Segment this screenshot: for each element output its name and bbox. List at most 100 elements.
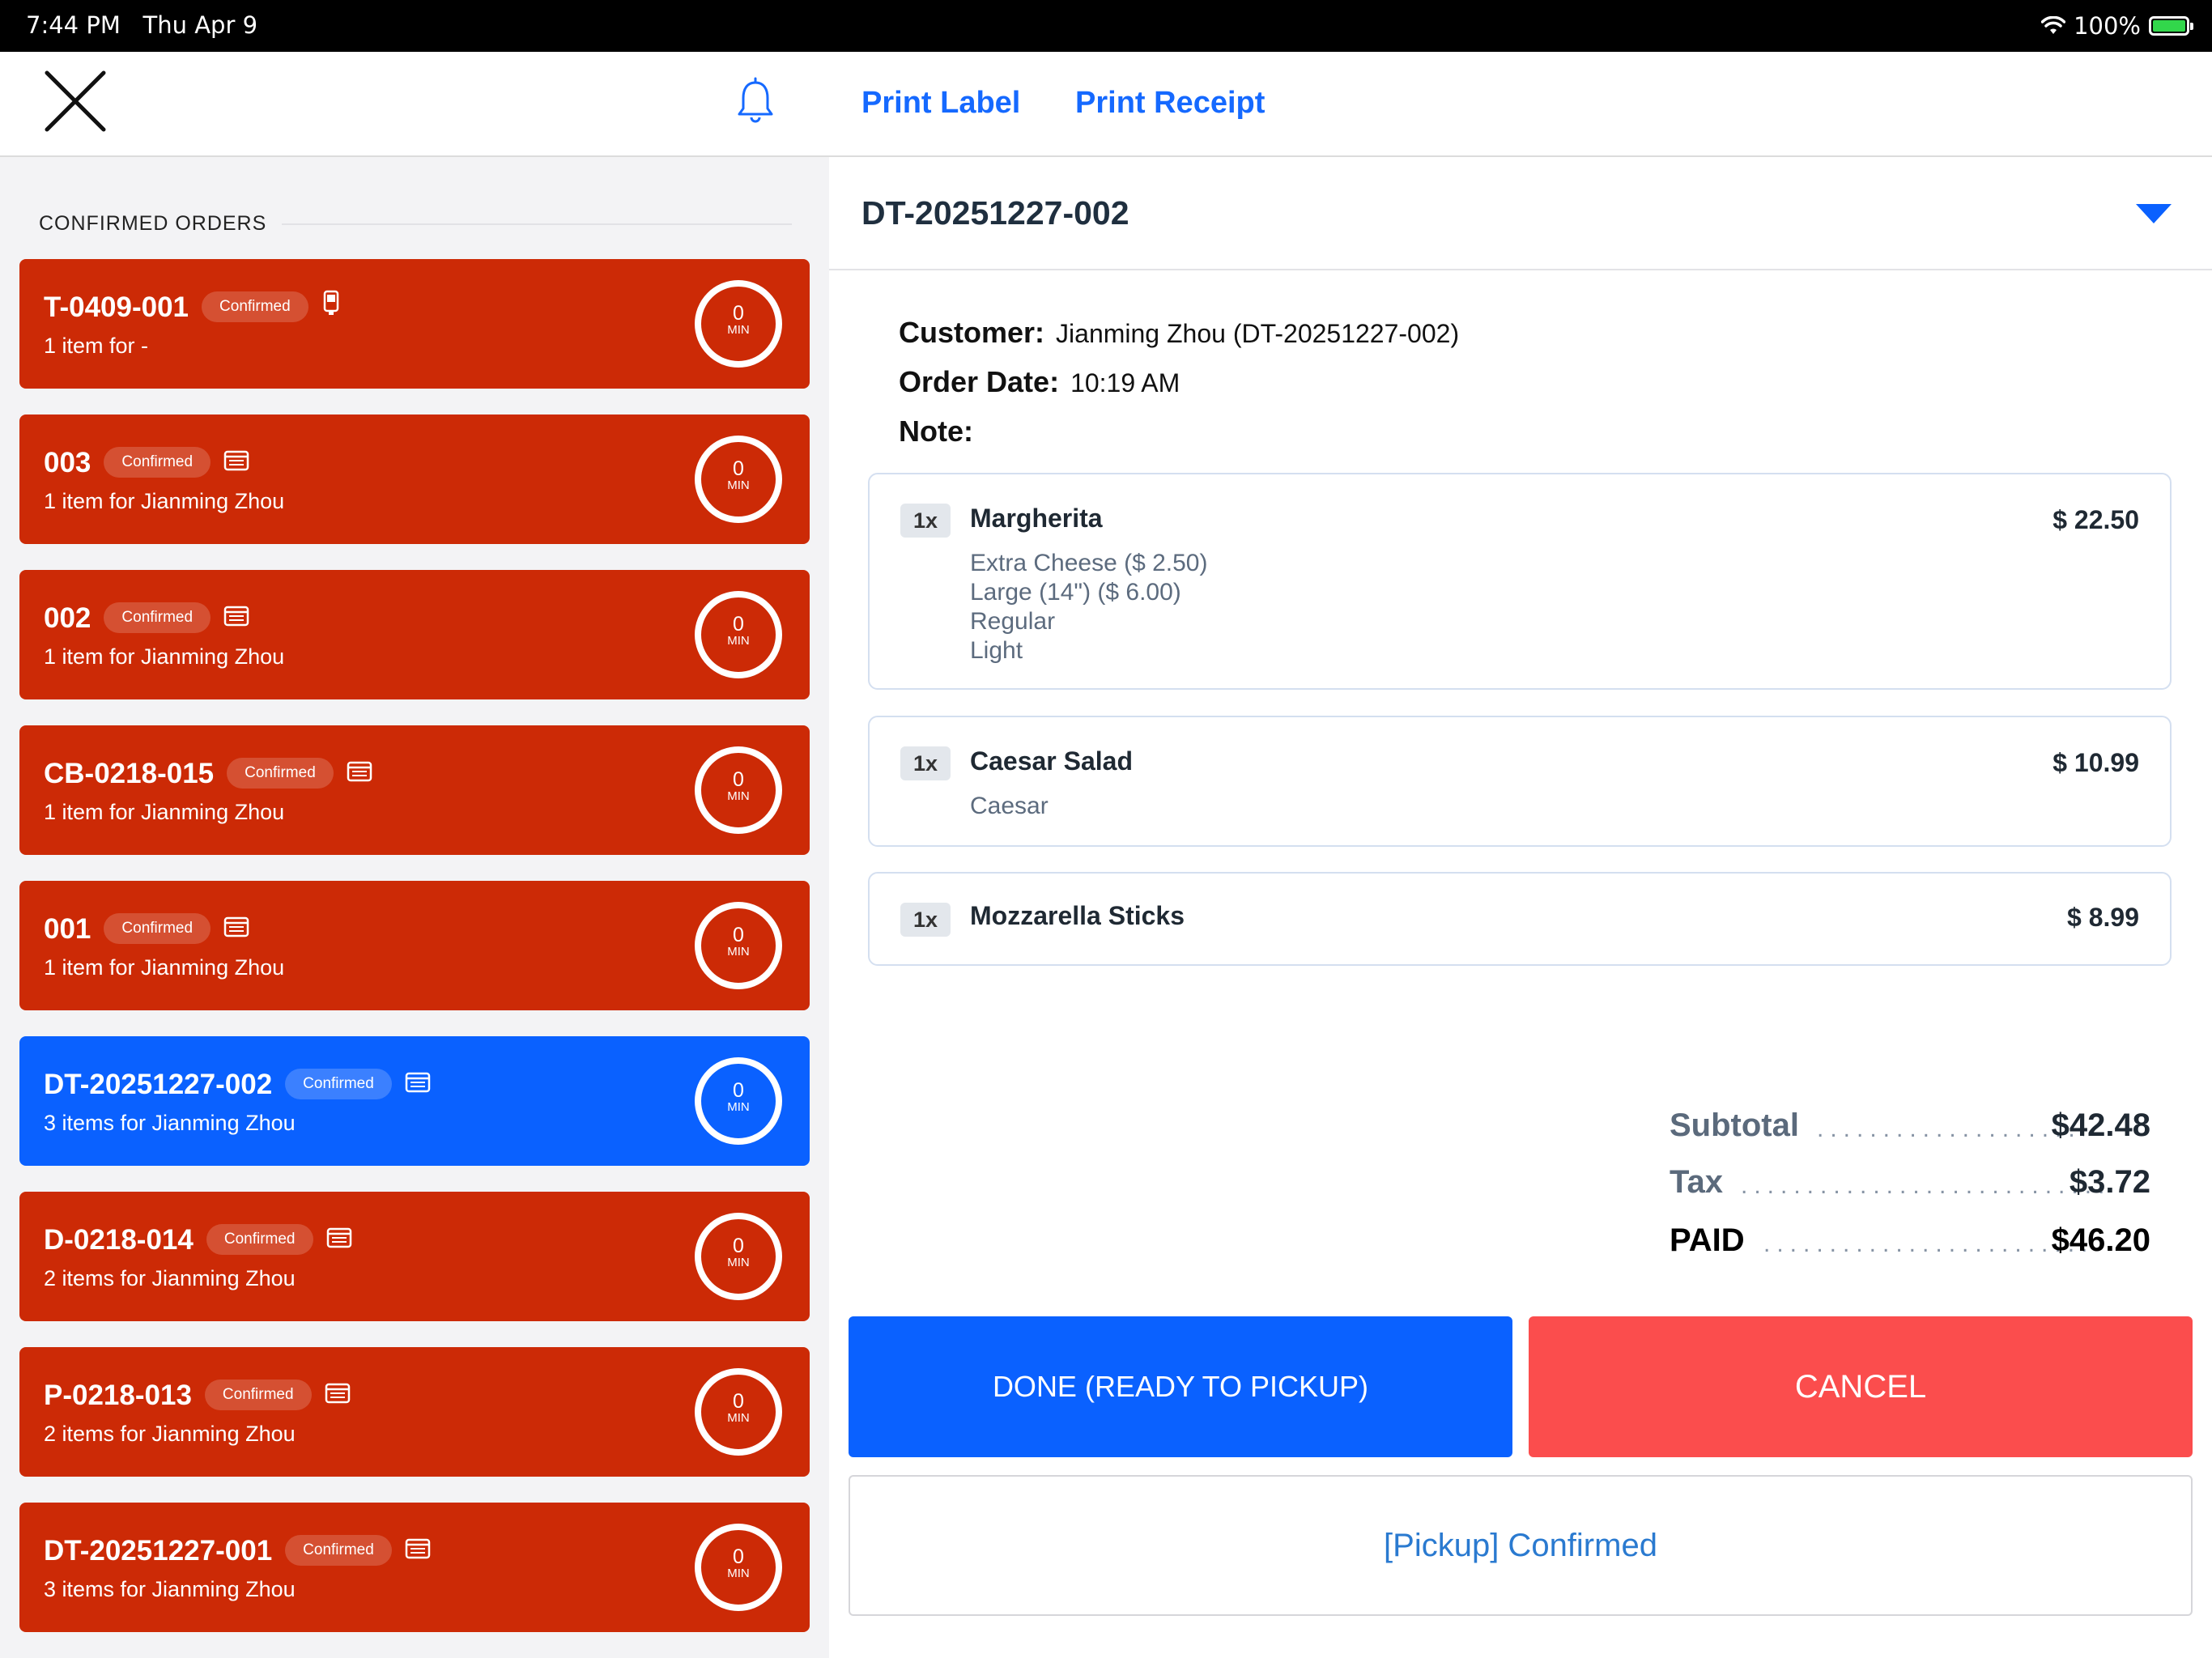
status-time: 7:44 PM Thu Apr 9 <box>26 11 257 39</box>
leader-dots: .......................... <box>1817 1116 2084 1142</box>
order-number: 003 <box>44 447 91 478</box>
customer-value: Jianming Zhou (DT-20251227-002) <box>1056 319 1460 348</box>
subtotal-value: $42.48 <box>2051 1107 2150 1143</box>
status-badge: Confirmed <box>285 1068 392 1099</box>
item-price: $ 10.99 <box>2052 748 2139 777</box>
note-row: Note: <box>899 414 973 449</box>
status-badge: Confirmed <box>285 1534 392 1566</box>
receipt-card-icon <box>325 1379 351 1411</box>
customer-label: Customer: <box>899 316 1045 349</box>
item-name: Caesar Salad <box>970 746 1134 776</box>
item-name: Margherita <box>970 504 1103 533</box>
timer-minutes: 0 <box>733 768 744 791</box>
print-receipt-link[interactable]: Print Receipt <box>1075 86 1265 121</box>
order-id: 002 Confirmed <box>44 602 249 636</box>
status-bar: 7:44 PM Thu Apr 9 100% <box>0 0 2212 52</box>
timer-minutes: 0 <box>733 1235 744 1257</box>
order-summary: 3 items for Jianming Zhou <box>44 1111 296 1135</box>
done-ready-to-pickup-button[interactable]: DONE (READY TO PICKUP) <box>849 1316 1512 1457</box>
item-modifiers: Extra Cheese ($ 2.50) Large (14") ($ 6.0… <box>970 549 1207 665</box>
order-detail-title: DT-20251227-002 <box>861 194 1129 232</box>
close-x-icon[interactable] <box>42 68 108 134</box>
timer-ring: 0 MIN <box>695 591 782 678</box>
subtotal-row: Subtotal .......................... $42.… <box>1670 1107 2150 1153</box>
bell-icon[interactable] <box>735 76 776 125</box>
timer-ring: 0 MIN <box>695 746 782 834</box>
leader-dots: .............................. <box>1763 1231 2087 1257</box>
timer-unit: MIN <box>727 1256 750 1269</box>
order-card[interactable]: CB-0218-015 Confirmed 1 item for Jianming … <box>19 725 810 855</box>
order-card[interactable]: 003 Confirmed 1 item for Jianming Zhou 0 MIN <box>19 414 810 544</box>
clock-date: Thu Apr 9 <box>143 11 258 39</box>
timer-ring: 0 MIN <box>695 1213 782 1300</box>
modifier: Caesar <box>970 793 1049 819</box>
timer-unit: MIN <box>727 1567 750 1580</box>
timer-unit: MIN <box>727 1100 750 1114</box>
line-item[interactable]: 1x Margherita $ 22.50 Extra Cheese ($ 2.… <box>868 473 2172 690</box>
order-summary: 2 items for Jianming Zhou <box>44 1422 296 1446</box>
status-badge: Confirmed <box>104 602 211 633</box>
timer-unit: MIN <box>727 1411 750 1425</box>
order-card[interactable]: D-0218-014 Confirmed 2 items for Jianming … <box>19 1192 810 1321</box>
order-id: DT-20251227-002 Confirmed <box>44 1068 431 1103</box>
order-date-row: Order Date: 10:19 AM <box>899 365 1180 399</box>
tax-value: $3.72 <box>2069 1164 2150 1200</box>
order-summary: 3 items for Jianming Zhou <box>44 1577 296 1601</box>
orders-sidebar[interactable]: CONFIRMED ORDERS T-0409-001 Confirmed 1 it… <box>0 157 829 1658</box>
timer-unit: MIN <box>727 478 750 492</box>
paid-row: PAID .............................. $46.… <box>1670 1222 2150 1268</box>
item-price: $ 8.99 <box>2067 903 2139 932</box>
line-item[interactable]: 1x Caesar Salad $ 10.99 Caesar <box>868 716 2172 847</box>
order-id: T-0409-001 Confirmed <box>44 291 341 325</box>
order-id: CB-0218-015 Confirmed <box>44 757 372 792</box>
order-card[interactable]: P-0218-013 Confirmed 2 items for Jianming … <box>19 1347 810 1477</box>
order-card[interactable]: 002 Confirmed 1 item for Jianming Zhou 0 MIN <box>19 570 810 699</box>
item-qty: 1x <box>900 504 951 538</box>
timer-ring: 0 MIN <box>695 1368 782 1456</box>
receipt-card-icon <box>405 1534 431 1567</box>
status-badge: Confirmed <box>104 912 211 944</box>
tax-label: Tax <box>1670 1164 1723 1200</box>
timer-minutes: 0 <box>733 1390 744 1413</box>
cancel-order-button[interactable]: CANCEL <box>1529 1316 2193 1457</box>
phone-device-icon <box>321 290 341 323</box>
chevron-down-icon[interactable] <box>2136 204 2172 223</box>
status-badge: Confirmed <box>227 757 334 789</box>
top-toolbar: Print Label Print Receipt <box>0 52 2212 157</box>
print-label-link[interactable]: Print Label <box>861 86 1020 121</box>
battery-percent: 100% <box>2074 12 2141 40</box>
receipt-card-icon <box>223 602 249 634</box>
receipt-card-icon <box>347 757 372 789</box>
order-card[interactable]: 001 Confirmed 1 item for Jianming Zhou 0 MIN <box>19 881 810 1010</box>
timer-minutes: 0 <box>733 924 744 946</box>
order-summary: 1 item for Jianming Zhou <box>44 489 285 513</box>
order-number: DT-20251227-002 <box>44 1069 273 1100</box>
order-summary: 1 item for - <box>44 334 149 358</box>
order-summary: 1 item for Jianming Zhou <box>44 955 285 980</box>
order-date-value: 10:19 AM <box>1070 368 1180 397</box>
timer-minutes: 0 <box>733 302 744 325</box>
order-detail-header[interactable]: DT-20251227-002 <box>829 157 2212 270</box>
modifier: Light <box>970 637 1023 664</box>
order-card[interactable]: T-0409-001 Confirmed 1 item for - 0 MIN <box>19 259 810 389</box>
paid-label: PAID <box>1670 1222 1745 1258</box>
customer-row: Customer: Jianming Zhou (DT-20251227-002) <box>899 316 1459 350</box>
timer-unit: MIN <box>727 634 750 648</box>
pickup-status-button[interactable]: [Pickup] Confirmed <box>849 1475 2193 1616</box>
order-number: P-0218-013 <box>44 1380 192 1411</box>
order-card[interactable]: DT-20251227-001 Confirmed 3 items for Jian… <box>19 1503 810 1632</box>
receipt-card-icon <box>223 446 249 478</box>
timer-minutes: 0 <box>733 1079 744 1102</box>
section-divider <box>282 223 792 225</box>
order-id: D-0218-014 Confirmed <box>44 1223 352 1258</box>
modifier: Large (14") ($ 6.00) <box>970 579 1181 606</box>
timer-ring: 0 MIN <box>695 280 782 368</box>
timer-minutes: 0 <box>733 613 744 636</box>
timer-unit: MIN <box>727 323 750 337</box>
modifier: Extra Cheese ($ 2.50) <box>970 550 1208 576</box>
wifi-icon <box>2041 16 2066 34</box>
line-item[interactable]: 1x Mozzarella Sticks $ 8.99 <box>868 872 2172 966</box>
order-card[interactable]: DT-20251227-002 Confirmed 3 items for Jian… <box>19 1036 810 1166</box>
order-id: DT-20251227-001 Confirmed <box>44 1534 431 1569</box>
note-label: Note: <box>899 414 973 448</box>
